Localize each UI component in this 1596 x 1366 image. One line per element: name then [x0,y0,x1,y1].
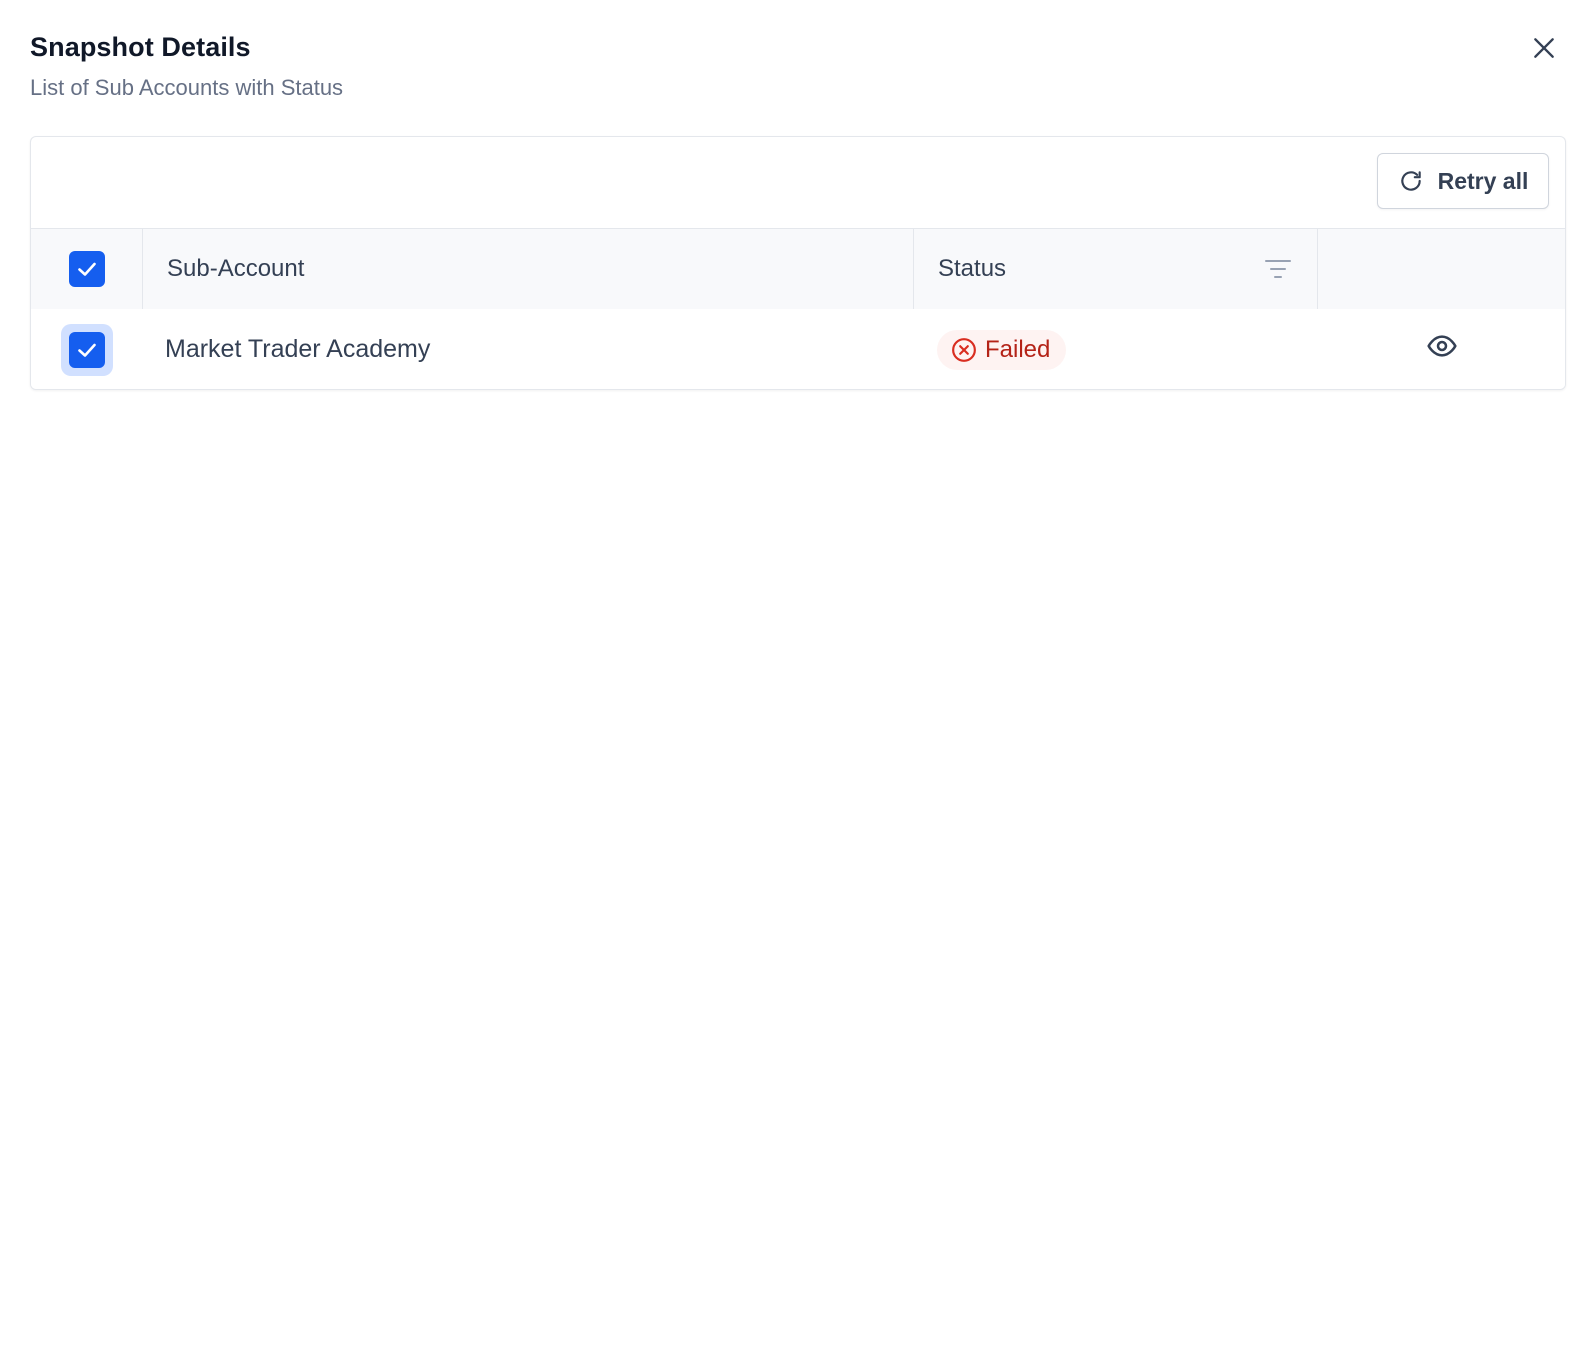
row-checkbox-focus-ring [60,323,113,376]
actions-cell [1317,309,1565,389]
select-all-checkbox[interactable] [68,251,105,287]
table-toolbar: Retry all [31,137,1565,229]
header-actions [1317,229,1565,309]
table-row: Market Trader Academy Failed [31,309,1565,389]
status-label: Failed [985,335,1051,363]
modal-title: Snapshot Details [30,32,251,62]
retry-all-button[interactable]: Retry all [1377,153,1549,209]
header-sub-account: Sub-Account [142,229,913,309]
check-icon [77,262,96,276]
column-header-sub-account: Sub-Account [167,255,305,282]
status-badge: Failed [937,329,1067,370]
modal-subtitle: List of Sub Accounts with Status [30,75,344,100]
table-header: Sub-Account Status [31,229,1565,309]
header-status: Status [913,229,1317,309]
filter-icon[interactable] [1263,255,1293,283]
close-button[interactable] [1524,30,1564,70]
header-select-cell [31,229,142,309]
close-icon [1531,35,1557,66]
check-icon [77,343,96,357]
sub-account-name: Market Trader Academy [165,335,431,363]
status-cell: Failed [937,309,1317,389]
snapshot-details-modal: Snapshot Details List of Sub Accounts wi… [0,0,1596,1366]
sub-accounts-table: Retry all Sub-Account Status Market Trad… [30,136,1566,390]
column-header-status: Status [938,255,1007,282]
sub-account-cell: Market Trader Academy [165,309,905,389]
row-select-cell [31,309,142,389]
x-circle-icon [951,337,977,363]
row-checkbox[interactable] [68,331,105,368]
retry-all-label: Retry all [1437,167,1529,194]
eye-icon[interactable] [1426,330,1458,362]
refresh-icon [1398,168,1424,194]
